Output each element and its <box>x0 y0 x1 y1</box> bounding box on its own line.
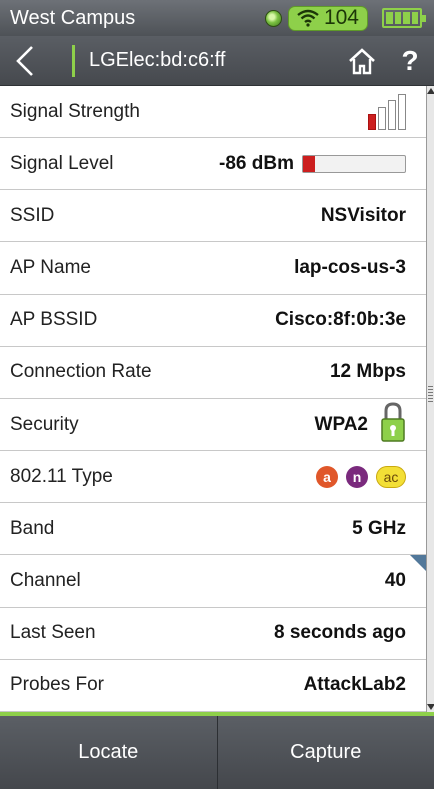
row-band[interactable]: Band 5 GHz <box>0 503 426 556</box>
title-bar: LGElec:bd:c6:ff ? <box>0 36 434 86</box>
corner-flag-icon <box>410 555 426 572</box>
row-label: SSID <box>10 204 55 226</box>
row-label: Security <box>10 413 79 435</box>
signal-strength-bars-icon <box>368 93 406 130</box>
help-button[interactable]: ? <box>392 36 428 86</box>
row-ap-bssid[interactable]: AP BSSID Cisco:8f:0b:3e <box>0 295 426 347</box>
capture-button[interactable]: Capture <box>216 716 434 789</box>
row-label: Signal Level <box>10 152 114 174</box>
lock-icon <box>380 401 406 449</box>
row-value: WPA2 <box>314 413 368 435</box>
home-icon <box>349 47 375 74</box>
row-label: Channel <box>10 569 81 591</box>
signal-bar <box>388 99 396 130</box>
signal-bar <box>368 113 376 130</box>
row-value: 5 GHz <box>352 517 406 539</box>
row-signal-strength[interactable]: Signal Strength <box>0 86 426 139</box>
page-title: LGElec:bd:c6:ff <box>89 49 226 71</box>
status-bar: West Campus 104 <box>0 0 434 36</box>
row-signal-level[interactable]: Signal Level -86 dBm <box>0 138 426 191</box>
row-80211-type[interactable]: 802.11 Type a n ac <box>0 451 426 504</box>
signal-level-value: -86 dBm <box>219 152 294 174</box>
back-arrow-icon <box>16 45 33 76</box>
row-value: lap-cos-us-3 <box>294 257 406 279</box>
home-button[interactable] <box>342 36 382 86</box>
scroll-thumb[interactable] <box>427 86 434 712</box>
row-ssid[interactable]: SSID NSVisitor <box>0 190 426 243</box>
row-channel[interactable]: Channel 40 <box>0 555 426 608</box>
security-group: WPA2 <box>315 401 406 449</box>
wifi-icon <box>297 9 319 27</box>
scroll-down-icon[interactable] <box>427 704 434 710</box>
phy-type-a-badge: a <box>316 465 338 488</box>
row-label: AP BSSID <box>10 309 98 331</box>
row-value: Cisco:8f:0b:3e <box>275 309 406 331</box>
bottom-bar: Locate Capture <box>0 712 434 789</box>
row-label: Band <box>10 517 55 539</box>
row-label: AP Name <box>10 257 91 279</box>
signal-level-bar <box>302 154 406 173</box>
signal-bar <box>378 106 386 130</box>
row-value: 12 Mbps <box>329 361 406 383</box>
wifi-count-badge[interactable]: 104 <box>287 5 368 31</box>
row-label: 802.11 Type <box>10 465 113 487</box>
row-label: Signal Strength <box>10 100 140 122</box>
row-ap-name[interactable]: AP Name lap-cos-us-3 <box>0 242 426 295</box>
wifi-count: 104 <box>323 6 359 29</box>
locate-button[interactable]: Locate <box>0 716 217 789</box>
detail-list: Signal Strength Signal Level -86 dBm SSI… <box>0 86 426 712</box>
row-label: Probes For <box>10 674 104 696</box>
signal-level-group: -86 dBm <box>219 153 406 175</box>
row-label: Connection Rate <box>10 361 152 383</box>
status-dot-icon <box>264 9 282 27</box>
row-value: AttackLab2 <box>303 674 406 696</box>
scroll-grip-icon <box>428 386 433 404</box>
scroll-up-icon[interactable] <box>427 88 434 94</box>
scrollbar[interactable] <box>426 86 434 712</box>
title-divider <box>72 44 75 77</box>
row-security[interactable]: Security WPA2 <box>0 399 426 452</box>
battery-icon <box>382 8 426 28</box>
signal-level-fill <box>303 155 316 172</box>
row-value: NSVisitor <box>320 204 406 226</box>
row-label: Last Seen <box>10 622 96 644</box>
signal-bar <box>398 93 406 130</box>
location-label: West Campus <box>10 6 136 29</box>
row-value: 40 <box>384 569 406 591</box>
phy-type-n-badge: n <box>346 465 368 488</box>
row-connection-rate[interactable]: Connection Rate 12 Mbps <box>0 347 426 399</box>
row-probes-for[interactable]: Probes For AttackLab2 <box>0 660 426 712</box>
back-button[interactable] <box>0 36 50 86</box>
row-last-seen[interactable]: Last Seen 8 seconds ago <box>0 608 426 660</box>
phy-type-badges: a n ac <box>316 465 406 488</box>
phy-type-ac-badge: ac <box>376 465 406 488</box>
row-value: 8 seconds ago <box>274 622 406 644</box>
